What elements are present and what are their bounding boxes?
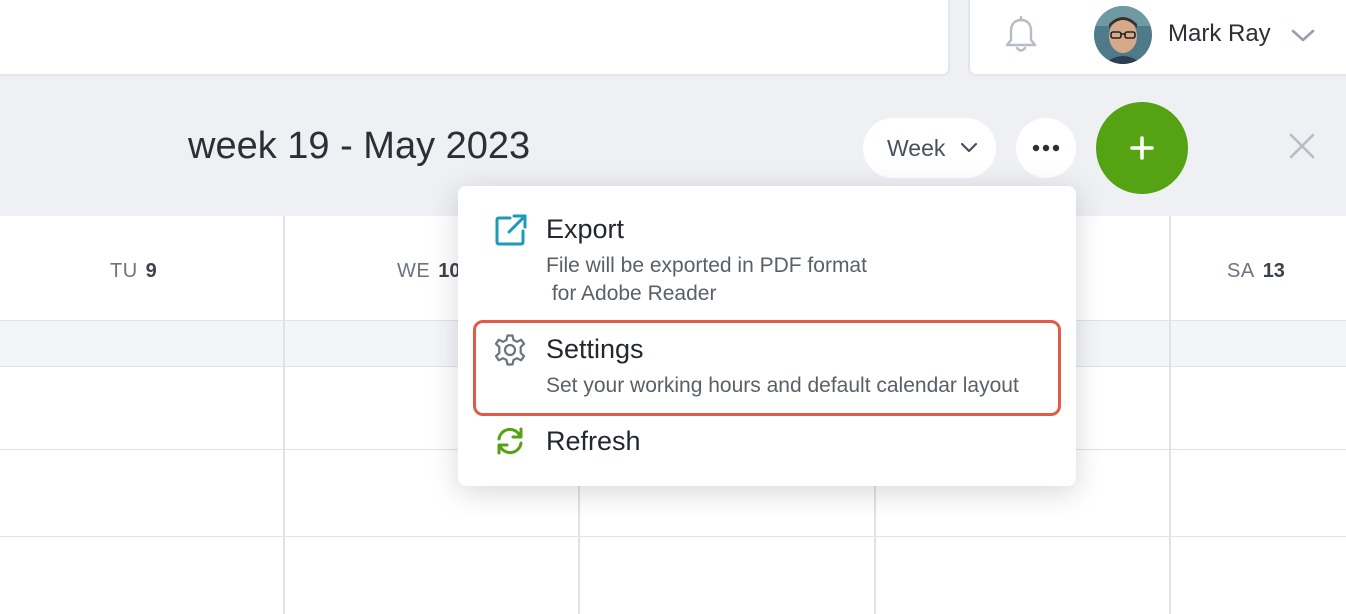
day-date: 9 xyxy=(145,260,157,282)
day-name: TU xyxy=(110,260,138,282)
top-search-panel xyxy=(0,0,950,76)
day-date: 13 xyxy=(1262,260,1285,282)
menu-item-description: Set your working hours and default calen… xyxy=(546,374,1019,397)
chevron-down-icon xyxy=(960,142,978,153)
menu-item-description: File will be exported in PDF format for … xyxy=(546,254,867,305)
more-options-menu: Export File will be exported in PDF form… xyxy=(458,186,1076,486)
add-event-button[interactable] xyxy=(1096,102,1188,194)
day-header-we[interactable]: WE 10 xyxy=(397,260,460,283)
day-header-sa[interactable]: SA 13 xyxy=(1227,260,1285,283)
grid-column-divider xyxy=(283,216,285,614)
chevron-down-icon[interactable] xyxy=(1290,26,1316,44)
day-name: SA xyxy=(1227,260,1255,282)
menu-item-label: Settings xyxy=(546,334,644,364)
view-select-label: Week xyxy=(887,134,946,161)
close-icon[interactable] xyxy=(1288,132,1316,160)
menu-item-label: Refresh xyxy=(546,426,641,456)
gear-icon xyxy=(494,334,526,366)
external-link-icon xyxy=(495,214,527,246)
plus-icon xyxy=(1130,136,1154,160)
more-options-button[interactable] xyxy=(1016,118,1076,178)
more-horizontal-icon xyxy=(1032,144,1060,152)
user-name[interactable]: Mark Ray xyxy=(1168,20,1271,48)
grid-line xyxy=(0,536,1346,537)
page-title: week 19 - May 2023 xyxy=(188,125,531,167)
bell-icon[interactable] xyxy=(1004,16,1038,54)
view-select[interactable]: Week xyxy=(863,118,996,178)
day-name: WE xyxy=(397,260,431,282)
grid-column-divider xyxy=(1169,216,1171,614)
day-header-tu[interactable]: TU 9 xyxy=(110,260,157,283)
refresh-icon xyxy=(497,427,523,455)
menu-item-label: Export xyxy=(546,214,625,244)
avatar[interactable] xyxy=(1094,6,1152,64)
